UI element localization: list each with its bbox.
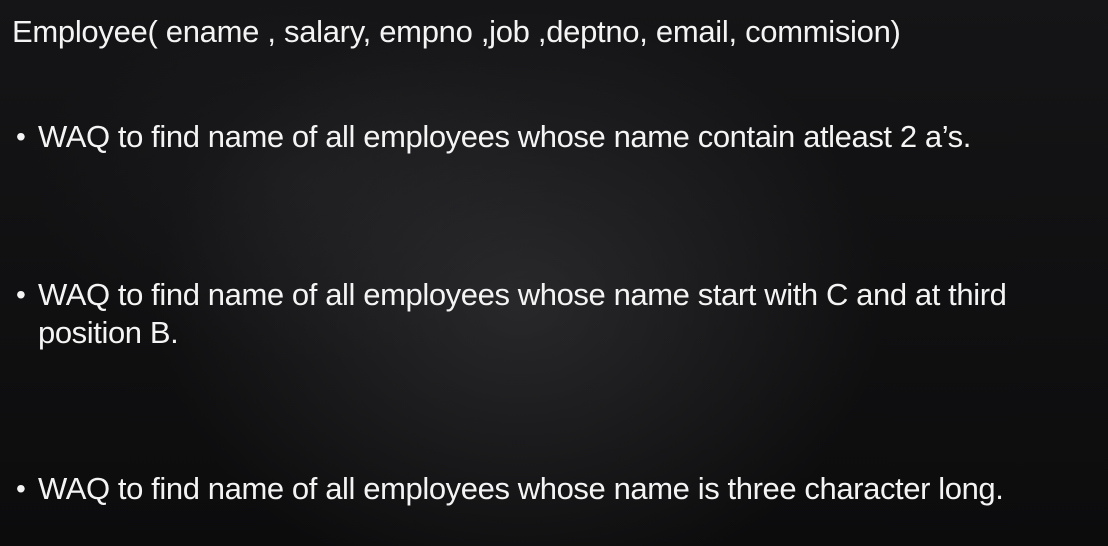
bullet-item-2: • WAQ to find name of all employees whos… [16, 276, 1101, 352]
bullet-item-3: • WAQ to find name of all employees whos… [16, 470, 1101, 508]
slide-background: Employee( ename , salary, empno ,job ,de… [0, 0, 1108, 546]
bullet-item-1: • WAQ to find name of all employees whos… [16, 118, 1101, 156]
bullet-text: WAQ to find name of all employees whose … [38, 277, 1007, 350]
bullet-marker: • [16, 279, 26, 310]
bullet-text: WAQ to find name of all employees whose … [38, 471, 1004, 506]
bullet-text: WAQ to find name of all employees whose … [38, 119, 971, 154]
bullet-marker: • [16, 121, 26, 152]
bullet-marker: • [16, 473, 26, 504]
slide-title: Employee( ename , salary, empno ,job ,de… [12, 14, 901, 49]
